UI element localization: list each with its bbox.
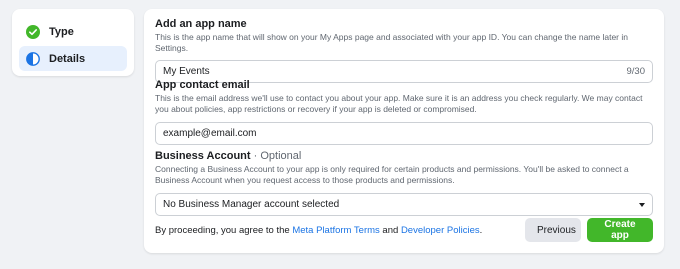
- previous-button[interactable]: Previous: [525, 218, 581, 242]
- business-account-section: Business Account · Optional Connecting a…: [155, 150, 653, 216]
- contact-email-description: This is the email address we'll use to c…: [155, 93, 643, 114]
- app-name-description: This is the app name that will show on y…: [155, 32, 628, 53]
- app-name-value: My Events: [163, 66, 210, 77]
- create-app-button[interactable]: Create app: [587, 218, 653, 242]
- check-circle-icon: [26, 24, 40, 39]
- meta-platform-terms-link[interactable]: Meta Platform Terms: [292, 225, 379, 236]
- half-circle-icon: [26, 51, 40, 66]
- business-account-label: Business Account: [155, 150, 251, 162]
- contact-email-input[interactable]: [163, 128, 645, 139]
- step-details[interactable]: Details: [19, 46, 127, 71]
- terms-text: By proceeding, you agree to the Meta Pla…: [155, 225, 482, 236]
- step-type[interactable]: Type: [19, 19, 127, 44]
- app-name-section: Add an app name This is the app name tha…: [155, 18, 653, 83]
- app-details-form: Add an app name This is the app name tha…: [144, 9, 664, 253]
- app-name-counter: 9/30: [626, 66, 646, 77]
- contact-email-section: App contact email This is the email addr…: [155, 79, 653, 145]
- business-account-selected: No Business Manager account selected: [163, 199, 340, 210]
- caret-down-icon: [639, 202, 645, 207]
- business-account-select[interactable]: No Business Manager account selected: [155, 193, 653, 216]
- terms-prefix: By proceeding, you agree to the: [155, 224, 293, 236]
- app-name-title: Add an app name: [155, 18, 247, 30]
- optional-label: · Optional: [250, 150, 302, 162]
- steps-panel: Type Details: [12, 9, 134, 76]
- step-details-label: Details: [49, 52, 86, 65]
- contact-email-title: App contact email: [155, 79, 250, 91]
- business-account-description: Connecting a Business Account to your ap…: [155, 164, 629, 185]
- contact-email-field[interactable]: [155, 122, 653, 145]
- terms-and: and: [379, 224, 401, 236]
- form-footer: By proceeding, you agree to the Meta Pla…: [155, 218, 653, 242]
- terms-suffix: .: [479, 224, 483, 236]
- business-account-title: Business Account · Optional: [155, 150, 653, 163]
- developer-policies-link[interactable]: Developer Policies: [401, 225, 480, 236]
- step-type-label: Type: [49, 25, 74, 38]
- footer-buttons: Previous Create app: [525, 218, 653, 242]
